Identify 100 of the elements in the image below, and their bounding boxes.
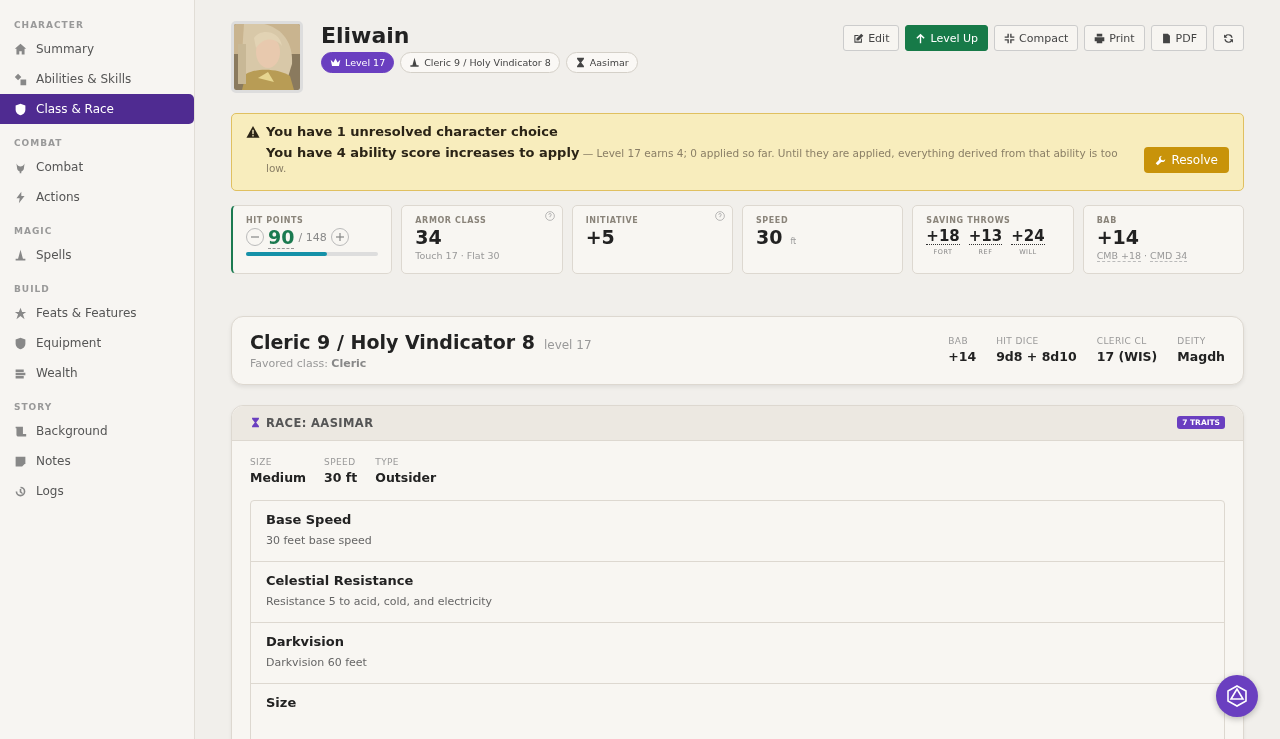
favored-label: Favored class:: [250, 356, 328, 370]
scroll-icon: [14, 424, 27, 438]
section-heading: BUILD: [13, 283, 51, 296]
trait-name: Base Speed: [266, 511, 353, 527]
star-icon: [14, 306, 27, 320]
stat-label: BAB: [1096, 215, 1118, 225]
fact-label: HIT DICE: [996, 336, 1040, 347]
refresh-icon: [1223, 32, 1234, 44]
help-icon[interactable]: [544, 210, 555, 221]
section-heading: STORY: [13, 401, 54, 414]
tag: Level 17: [321, 52, 395, 73]
plus-icon: [334, 232, 345, 243]
nav-item[interactable]: Equipment: [0, 328, 194, 358]
trait-description: Darkvision 60 feet: [266, 655, 368, 669]
toolbar-button[interactable]: Level Up: [905, 25, 989, 51]
stat-detail: Touch 17 · Flat 30: [415, 249, 501, 261]
nav-item[interactable]: Summary: [0, 34, 194, 64]
tag: Aasimar: [565, 52, 638, 73]
hourglass-icon: [574, 57, 586, 68]
toolbar-button[interactable]: Edit: [843, 25, 900, 51]
stat-value: 34: [415, 225, 442, 248]
trait-name: Darkvision: [266, 633, 345, 649]
stat-label: SPEED: [756, 215, 790, 225]
stat-label: INITIATIVE: [585, 215, 640, 225]
class-title: Cleric 9 / Holy Vindicator 8: [250, 330, 535, 353]
trait-name: Size: [266, 694, 298, 710]
stat-value: +14: [1096, 225, 1140, 248]
nav-item[interactable]: Combat: [0, 152, 194, 182]
nav-item[interactable]: Feats & Features: [0, 298, 194, 328]
character-name: Eliwain: [321, 23, 411, 48]
wizard-hat-icon: [14, 248, 27, 262]
printer-icon: [1094, 32, 1106, 44]
shield-icon: [14, 336, 27, 350]
fact-label: CLERIC CL: [1096, 336, 1148, 347]
nav-item[interactable]: Notes: [0, 446, 194, 476]
max-hp: / 148: [298, 230, 327, 244]
stat-label: ARMOR CLASS: [415, 215, 488, 225]
fact-label: SPEED: [324, 456, 357, 467]
file-icon: [1160, 32, 1172, 44]
note-icon: [14, 454, 27, 468]
nav-item[interactable]: Actions: [0, 182, 194, 212]
stat-detail: CMB +18: [1096, 249, 1142, 262]
fact-value: Magdh: [1177, 349, 1225, 365]
nav-item[interactable]: Spells: [0, 240, 194, 270]
stat-value: +5: [585, 225, 615, 248]
home-icon: [14, 42, 27, 56]
stat-value: 30: [756, 225, 783, 248]
save-value: +13: [968, 227, 1003, 246]
toolbar-button[interactable]: Compact: [994, 25, 1079, 51]
trait-name: Celestial Resistance: [266, 572, 415, 588]
trait-description: Resistance 5 to acid, cold, and electricity: [266, 594, 494, 608]
crown-icon: [330, 57, 341, 68]
fact-value: 30 ft: [324, 469, 358, 485]
save-value: +24: [1011, 227, 1045, 246]
section-heading: MAGIC: [13, 225, 54, 238]
shield-icon: [14, 102, 27, 116]
toolbar-button[interactable]: PDF: [1150, 25, 1207, 51]
fact-value: +14: [948, 349, 977, 365]
d20-icon: [1225, 684, 1249, 708]
bolt-icon: [14, 190, 27, 204]
section-heading: CHARACTER: [13, 19, 85, 32]
fact-value: 9d8 + 8d10: [996, 349, 1077, 365]
history-icon: [14, 484, 27, 498]
save-value: +18: [926, 227, 960, 246]
nav-item[interactable]: Abilities & Skills: [0, 64, 194, 94]
stat-unit: ft: [790, 236, 797, 246]
fact-value: Outsider: [375, 469, 437, 485]
nav-item[interactable]: Background: [0, 416, 194, 446]
nav-item[interactable]: Wealth: [0, 358, 194, 388]
fact-label: SIZE: [250, 456, 273, 467]
alert-title: You have 1 unresolved character choice: [246, 124, 1229, 139]
dice-button[interactable]: [1216, 675, 1258, 717]
stat-label: HIT POINTS: [246, 215, 305, 225]
coins-icon: [14, 366, 27, 380]
hourglass-icon: [250, 417, 261, 429]
class-level: level 17: [543, 337, 592, 352]
edit-icon: [853, 32, 865, 44]
current-hp[interactable]: 90: [268, 225, 295, 249]
race-title: RACE: AASIMAR: [266, 415, 374, 430]
tag: Cleric 9 / Holy Vindicator 8: [400, 52, 560, 73]
help-icon[interactable]: [715, 210, 725, 221]
alert-message: You have 4 ability score increases to apply — Level 17 earns 4; 0 applied so far. Until they are applied, everything derived from that ability is too low.: [266, 145, 1119, 176]
fact-label: TYPE: [375, 456, 400, 467]
stat-detail: CMD 34: [1150, 249, 1188, 262]
arrow-up-icon: [915, 32, 927, 44]
fact-label: DEITY: [1177, 336, 1207, 347]
toolbar-button[interactable]: Print: [1084, 25, 1145, 51]
nav-item[interactable]: Class & Race: [0, 94, 194, 124]
fact-value: 17 (WIS): [1096, 349, 1158, 365]
trait-description: 30 feet base speed: [266, 533, 373, 547]
compress-icon: [1004, 32, 1016, 44]
stat-label: SAVING THROWS: [926, 215, 1012, 225]
refresh-button[interactable]: [1213, 25, 1244, 51]
fact-value: Medium: [250, 469, 307, 485]
section-heading: COMBAT: [13, 137, 64, 150]
nav-item[interactable]: Logs: [0, 476, 194, 506]
favored-class: Cleric: [331, 356, 367, 370]
dice-icon: [14, 72, 27, 86]
fact-label: BAB: [948, 336, 969, 347]
wrench-icon: [1155, 154, 1167, 166]
